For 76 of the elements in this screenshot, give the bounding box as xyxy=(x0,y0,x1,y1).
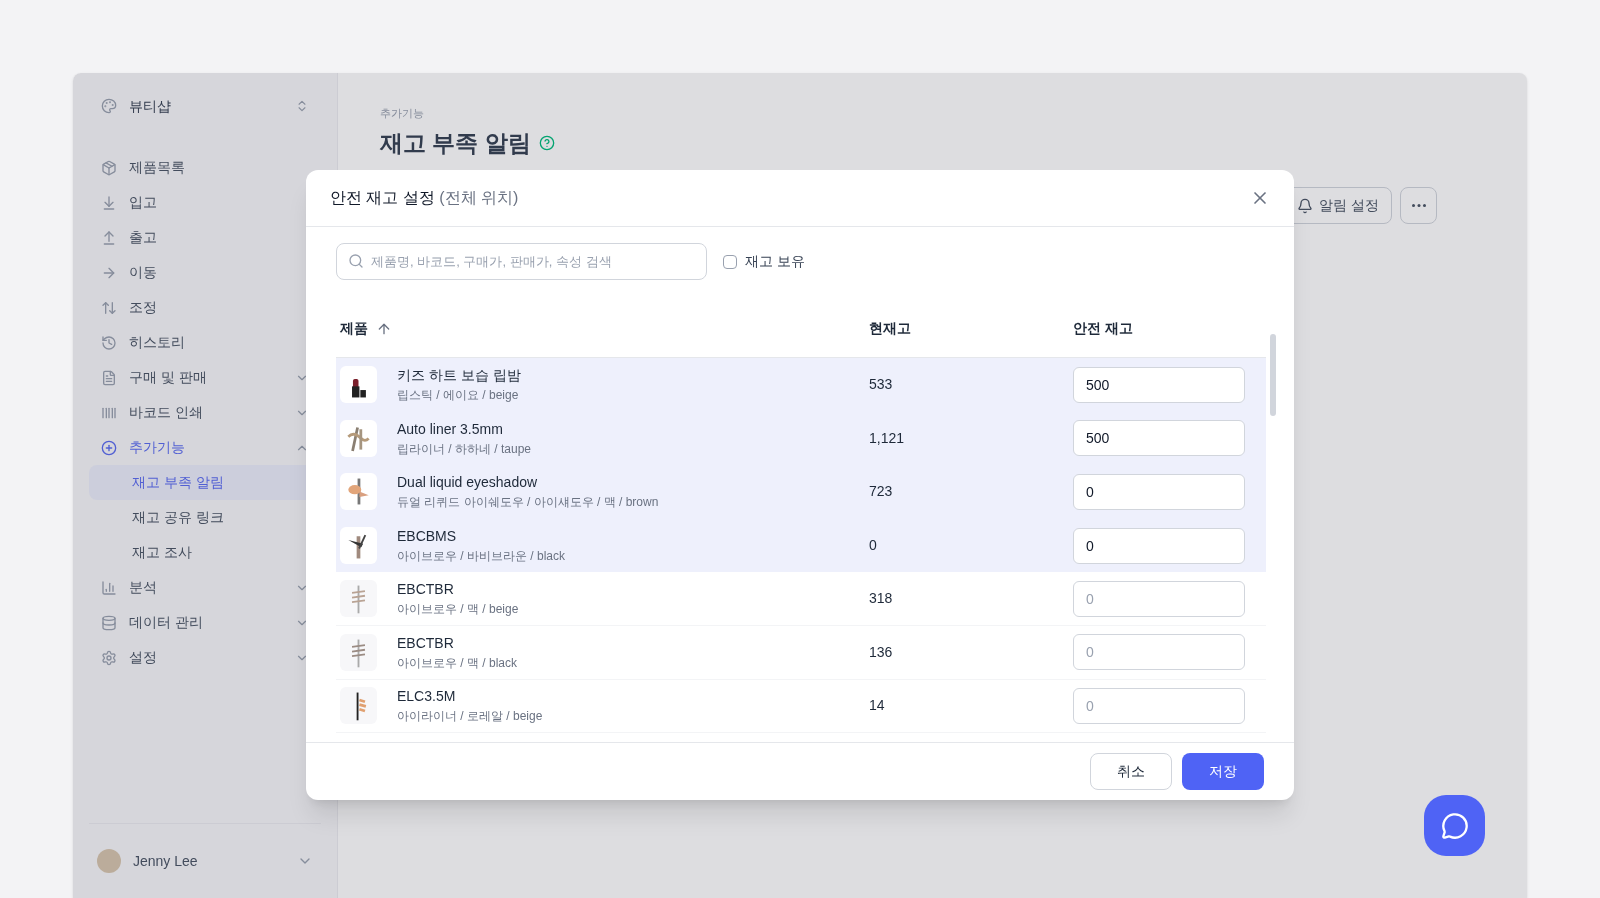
chat-icon xyxy=(1440,811,1469,840)
save-button[interactable]: 저장 xyxy=(1182,753,1264,790)
sidebar-item[interactable]: 설정 xyxy=(89,640,321,675)
user-name: Jenny Lee xyxy=(133,851,199,871)
safety-stock-field[interactable]: 0 xyxy=(1073,474,1245,510)
sidebar-item[interactable]: 히스토리 xyxy=(89,325,321,360)
product-variant: 아이브로우 / 맥 / beige xyxy=(397,601,519,619)
product-variant: 아이라이너 / 로레알 / beige xyxy=(397,708,543,726)
in-stock-checkbox[interactable]: 재고 보유 xyxy=(723,251,805,272)
stock-count: 14 xyxy=(869,696,886,716)
bar-chart-icon xyxy=(101,579,117,596)
product-variant: 아이브로우 / 바비브라운 / black xyxy=(397,548,566,566)
safety-stock-field[interactable]: 500 xyxy=(1073,420,1245,457)
plus-circle-icon xyxy=(101,439,117,456)
help-icon[interactable] xyxy=(538,134,555,151)
scrollbar[interactable] xyxy=(1270,334,1276,416)
search-field[interactable]: 제품명, 바코드, 구매가, 판매가, 속성 검색 xyxy=(336,243,707,280)
sidebar-item[interactable]: 조정 xyxy=(89,290,321,325)
sidebar-item[interactable]: 추가기능 xyxy=(89,430,321,465)
settings-icon xyxy=(101,649,117,666)
product-name: ELC3.5M xyxy=(397,687,457,707)
table-row[interactable]: EBCBMS 아이브로우 / 바비브라운 / black 0 0 xyxy=(336,518,1266,573)
column-header[interactable]: 제품 xyxy=(340,318,392,339)
column-header[interactable]: 현재고 xyxy=(869,318,911,339)
product-name: 키즈 하트 보습 립밤 xyxy=(397,366,521,386)
sidebar-item[interactable]: 분석 xyxy=(89,570,321,605)
sidebar-item[interactable]: 구매 및 판매 xyxy=(89,360,321,395)
product-variant: 립라이너 / 하하네 / taupe xyxy=(397,440,532,458)
safety-stock-field[interactable]: 0 xyxy=(1073,687,1245,724)
product-variant: 듀얼 리퀴드 아이쉐도우 / 아이섀도우 / 맥 / brown xyxy=(397,494,659,512)
safety-stock-field[interactable]: 500 xyxy=(1073,366,1245,403)
stock-count: 533 xyxy=(869,375,894,395)
stock-count: 0 xyxy=(869,536,878,556)
chat-button[interactable] xyxy=(1424,795,1485,856)
table-row[interactable]: 키즈 하트 보습 립밤 립스틱 / 에이요 / beige 533 500 xyxy=(336,358,1266,412)
safety-stock-field[interactable]: 0 xyxy=(1073,527,1245,564)
sidebar-item[interactable]: 입고 xyxy=(89,185,321,220)
product-name: Auto liner 3.5mm xyxy=(397,419,504,439)
cancel-button[interactable]: 취소 xyxy=(1090,753,1172,790)
stock-count: 136 xyxy=(869,642,894,662)
product-variant: 아이브로우 / 맥 / black xyxy=(397,654,518,672)
breadcrumb: 추가기능 xyxy=(380,106,425,121)
product-variant: 립스틱 / 에이요 / beige xyxy=(397,387,520,405)
product-name: EBCTBR xyxy=(397,580,455,600)
stock-count: 723 xyxy=(869,482,894,502)
sidebar-item[interactable]: 데이터 관리 xyxy=(89,605,321,640)
upload-icon xyxy=(101,229,117,246)
search-icon xyxy=(348,253,364,269)
table-row[interactable]: Auto liner 3.5mm 립라이너 / 하하네 / taupe 1,121 500 xyxy=(336,411,1266,466)
product-name: Dual liquid eyeshadow xyxy=(397,473,539,493)
safety-stock-field[interactable]: 0 xyxy=(1073,634,1245,671)
modal-title: 안전 재고 설정 (전체 위치) xyxy=(330,188,520,208)
page-title: 재고 부족 알림 xyxy=(380,128,531,158)
sidebar-item[interactable]: 제품목록 xyxy=(89,150,321,185)
column-header[interactable]: 안전 재고 xyxy=(1073,318,1133,339)
sidebar-item[interactable]: 바코드 인쇄 xyxy=(89,395,321,430)
box-icon xyxy=(101,159,117,176)
workspace-name: 뷰티샵 xyxy=(129,96,172,116)
swap-icon xyxy=(101,299,117,316)
stock-count: 1,121 xyxy=(869,428,906,448)
safety-stock-field[interactable]: 0 xyxy=(1073,580,1245,617)
database-icon xyxy=(101,614,117,631)
more-icon xyxy=(1411,204,1426,207)
stock-count: 318 xyxy=(869,589,894,609)
document-icon xyxy=(101,369,117,386)
more-button[interactable] xyxy=(1400,187,1437,224)
palette-icon xyxy=(101,98,117,114)
download-icon xyxy=(101,194,117,211)
bell-icon xyxy=(1297,197,1314,214)
product-name: EBCTBR xyxy=(397,633,455,653)
sidebar-item[interactable]: 출고 xyxy=(89,220,321,255)
product-name: EBCBMS xyxy=(397,527,458,547)
avatar xyxy=(97,849,121,873)
table-row[interactable]: Dual liquid eyeshadow 듀얼 리퀴드 아이쉐도우 / 아이섀도우 / 맥 / brown 723 0 xyxy=(336,465,1266,519)
sidebar-item[interactable]: 이동 xyxy=(89,255,321,290)
history-icon xyxy=(101,334,117,351)
